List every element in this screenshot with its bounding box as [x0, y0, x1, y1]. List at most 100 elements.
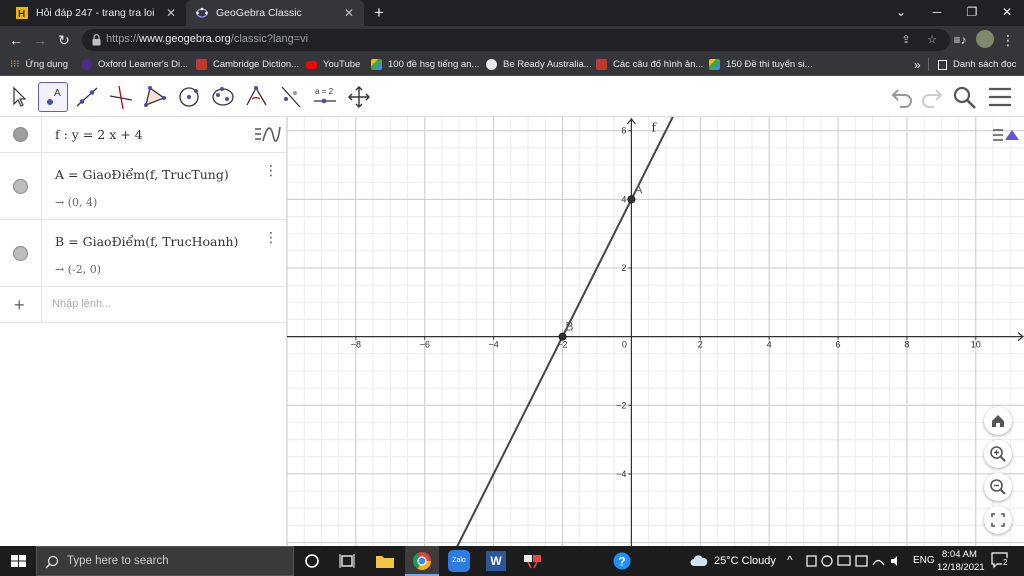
bookmark-youtube[interactable]: YouTube	[306, 57, 360, 72]
x-tick-label: −6	[420, 340, 430, 350]
new-tab-button[interactable]: +	[374, 3, 384, 23]
close-icon[interactable]: ✕	[344, 6, 354, 20]
maximize-icon[interactable]: ❐	[955, 0, 989, 26]
zoom-out-icon	[990, 479, 1006, 495]
system-tray-icons[interactable]	[805, 554, 905, 568]
share-icon[interactable]: ⇪	[898, 32, 914, 48]
algebra-row-f[interactable]: f : y = 2 x + 4	[0, 117, 286, 153]
browser-toolbar: ← → ↻ https://www.geogebra.org/classic?l…	[0, 26, 1024, 53]
tab-geogebra[interactable]: GeoGebra Classic ✕	[186, 0, 364, 26]
algebra-row-B[interactable]: B = GiaoĐiểm(f, TrucHoanh) → (-2, 0) ⋮	[0, 220, 286, 287]
forward-arrow-icon[interactable]: →	[30, 30, 50, 50]
cloud-icon	[690, 555, 708, 566]
home-button[interactable]	[984, 407, 1012, 435]
help-icon[interactable]: ?	[611, 551, 633, 571]
bookmark-100-de[interactable]: 100 đề hsg tiếng an...	[371, 57, 479, 72]
definition-text: f : y = 2 x + 4	[55, 127, 143, 142]
algebra-input-row[interactable]: + Nhập lệnh...	[0, 287, 286, 323]
svg-text:?: ?	[618, 555, 625, 569]
graph-canvas[interactable]: −8 −6 −4 −2 0 2 4 6 8 10 −4−2246 f AB	[287, 117, 1024, 546]
visibility-toggle[interactable]	[13, 179, 28, 194]
bookmark-oxford[interactable]: Oxford Learner's Di...	[81, 57, 188, 72]
windows-start-icon[interactable]	[8, 551, 30, 571]
line-tool-icon[interactable]	[72, 82, 102, 112]
bookmark-be-ready[interactable]: Be Ready Australia...	[486, 57, 592, 72]
zoom-out-button[interactable]	[984, 473, 1012, 501]
y-tick-label: 6	[621, 126, 626, 136]
bookmark-star-icon[interactable]: ☆	[924, 32, 940, 48]
undo-icon[interactable]	[890, 85, 916, 109]
perpendicular-line-tool-icon[interactable]	[106, 82, 136, 112]
hamburger-menu-icon[interactable]	[987, 85, 1013, 109]
tab-hoidap247[interactable]: H Hỏi đáp 247 - trang tra loi ✕	[6, 0, 186, 26]
algebra-style-icon[interactable]	[251, 121, 283, 149]
polygon-tool-icon[interactable]	[140, 82, 170, 112]
point-A[interactable]	[627, 195, 636, 204]
back-arrow-icon[interactable]: ←	[6, 30, 26, 50]
home-icon	[992, 415, 1004, 427]
snipping-tool-icon[interactable]	[522, 551, 544, 571]
redo-icon[interactable]	[918, 85, 944, 109]
close-icon[interactable]: ✕	[166, 6, 176, 20]
y-tick-label: −4	[616, 469, 626, 479]
profile-avatar[interactable]	[976, 30, 994, 48]
move-graphics-view-icon[interactable]	[344, 82, 374, 112]
tray-chevron-icon[interactable]: ^	[787, 553, 793, 567]
clock-date[interactable]: 12/18/2021	[937, 562, 985, 573]
more-options-icon[interactable]: ⋮	[264, 163, 278, 177]
zoom-in-button[interactable]	[984, 440, 1012, 468]
ellipse-tool-icon[interactable]	[208, 82, 238, 112]
geogebra-favicon-icon	[196, 7, 208, 19]
input-bar[interactable]: Nhập lệnh...	[52, 298, 111, 310]
media-control-icon[interactable]: ≡♪	[950, 30, 970, 50]
cambridge-shield-icon	[196, 59, 207, 70]
tab-search-icon[interactable]: ⌄	[884, 0, 918, 26]
reading-list-button[interactable]: Danh sách đọc	[938, 57, 1016, 72]
fullscreen-button[interactable]	[984, 506, 1012, 534]
graphics-view[interactable]: −8 −6 −4 −2 0 2 4 6 8 10 −4 −2 2 4 6 f AB	[287, 117, 1024, 546]
point-B[interactable]	[558, 332, 567, 341]
file-explorer-icon[interactable]	[374, 551, 396, 571]
slider-tool-icon[interactable]: a = 2	[310, 82, 340, 112]
reflect-tool-icon[interactable]	[276, 82, 306, 112]
cortana-icon[interactable]	[301, 551, 323, 571]
bookmarks-bar: ⁝⁝⁝ Ứng dụng Oxford Learner's Di... Cambr…	[0, 53, 1024, 76]
point-label-B: B	[566, 320, 574, 334]
taskbar-search-box[interactable]: Type here to search	[36, 546, 294, 576]
visibility-toggle[interactable]	[13, 127, 28, 142]
globe-icon	[486, 59, 497, 70]
bookmark-cambridge[interactable]: Cambridge Diction...	[196, 57, 299, 72]
bookmark-cau-do[interactable]: Các câu đố hình ản...	[596, 57, 703, 72]
circle-tool-icon[interactable]	[174, 82, 204, 112]
algebra-row-A[interactable]: A = GiaoĐiểm(f, TrucTung) → (0, 4) ⋮	[0, 153, 286, 220]
word-icon[interactable]: W	[486, 551, 506, 571]
task-view-icon[interactable]	[336, 551, 358, 571]
plus-icon[interactable]: +	[14, 295, 25, 316]
reload-icon[interactable]: ↻	[54, 30, 74, 50]
more-options-icon[interactable]: ⋮	[264, 230, 278, 244]
search-icon	[45, 555, 59, 569]
x-tick-label: 6	[836, 340, 841, 350]
language-indicator[interactable]: ENG	[913, 555, 935, 566]
window-close-icon[interactable]: ✕	[990, 0, 1024, 26]
axes	[287, 118, 1024, 546]
bookmarks-overflow-button[interactable]: »	[914, 57, 921, 72]
search-icon[interactable]	[952, 85, 978, 109]
move-tool-icon[interactable]	[4, 82, 34, 112]
graphics-style-icon[interactable]	[991, 125, 1021, 147]
reading-list-icon	[938, 59, 947, 70]
point-tool-icon[interactable]: A	[38, 82, 68, 112]
zalo-icon[interactable]: Zalo	[448, 550, 470, 572]
bookmark-150-de[interactable]: 150 Đề thi tuyển si...	[709, 57, 813, 72]
visibility-toggle[interactable]	[13, 246, 28, 261]
bookmark-apps[interactable]: ⁝⁝⁝ Ứng dụng	[10, 57, 68, 72]
chrome-taskbar-button[interactable]	[405, 546, 439, 576]
address-bar[interactable]: https://www.geogebra.org/classic?lang=vi…	[82, 29, 950, 51]
chrome-menu-icon[interactable]: ⋮	[998, 30, 1018, 50]
angle-tool-icon[interactable]	[242, 82, 272, 112]
windows-taskbar: Type here to search Zalo W ? 25°C Cloudy…	[0, 546, 1024, 576]
weather-text[interactable]: 25°C Cloudy	[714, 555, 776, 567]
minimize-icon[interactable]: ─	[920, 0, 954, 26]
clock-time[interactable]: 8:04 AM	[942, 549, 977, 560]
point-label-A: A	[634, 182, 642, 196]
